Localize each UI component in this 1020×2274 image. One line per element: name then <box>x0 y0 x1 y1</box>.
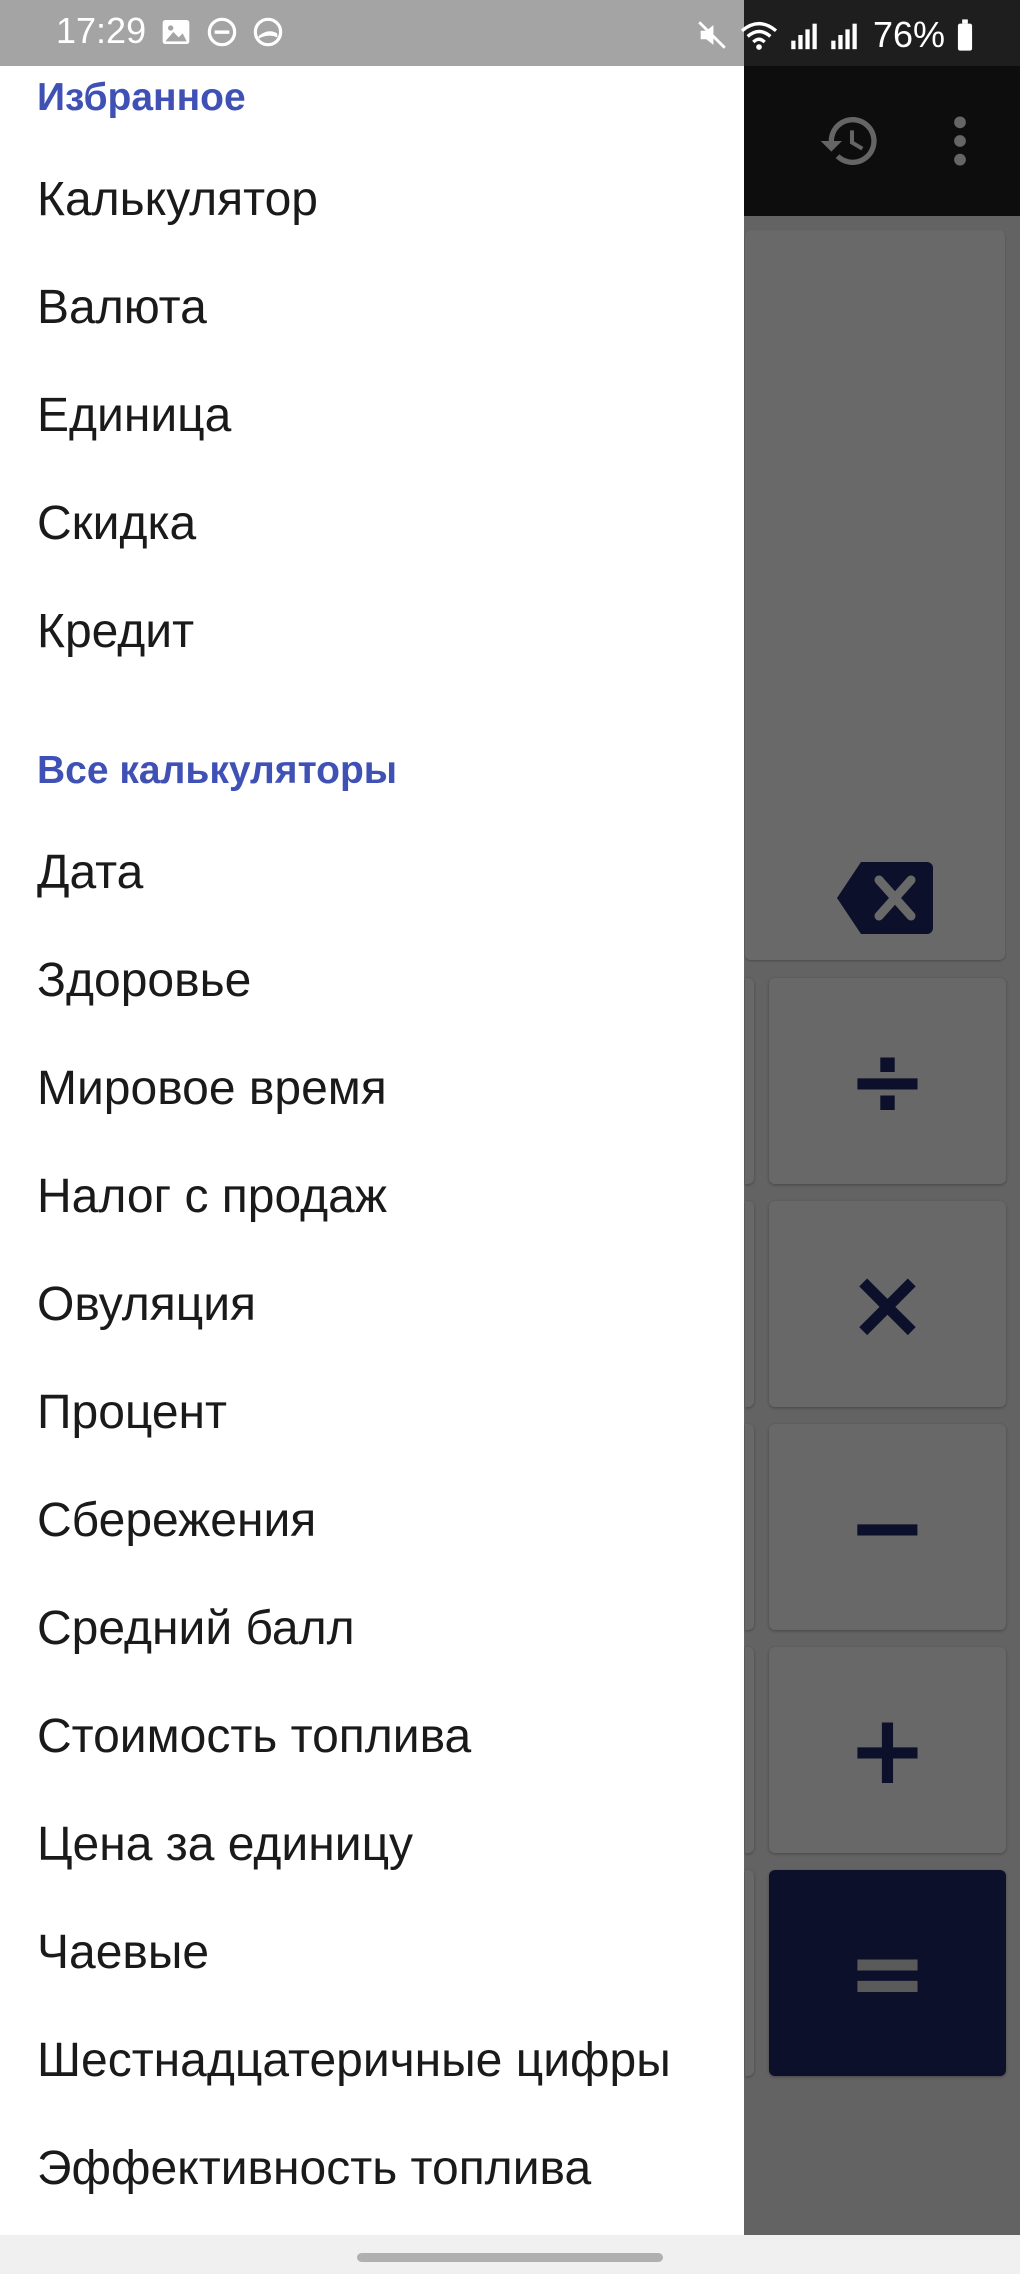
drawer-item-hexadecimal[interactable]: Шестнадцатеричные цифры <box>37 2033 671 2088</box>
gallery-icon <box>162 20 190 44</box>
battery-icon <box>957 19 973 51</box>
drawer-item-percent[interactable]: Процент <box>37 1385 227 1440</box>
drawer-item-unit-price[interactable]: Цена за единицу <box>37 1817 413 1872</box>
wifi-icon <box>740 21 778 50</box>
navigation-drawer: Избранное Калькулятор Валюта Единица Ски… <box>0 66 744 2235</box>
drawer-item-health[interactable]: Здоровье <box>37 953 251 1008</box>
drawer-item-fuel-cost[interactable]: Стоимость топлива <box>37 1709 471 1764</box>
drawer-item-loan[interactable]: Кредит <box>37 604 194 659</box>
favorites-header: Избранное <box>37 76 246 119</box>
drawer-item-discount[interactable]: Скидка <box>37 496 196 551</box>
signal-icon-1 <box>791 23 817 50</box>
drawer-item-savings[interactable]: Сбережения <box>37 1493 316 1548</box>
notification-icons <box>160 16 284 48</box>
drawer-item-unit[interactable]: Единица <box>37 388 231 443</box>
mute-icon <box>698 21 726 49</box>
battery-level: 76% <box>873 14 946 55</box>
drawer-item-calculator[interactable]: Калькулятор <box>37 172 318 227</box>
do-not-disturb-icon <box>207 17 237 47</box>
app-notification-icon <box>253 17 283 47</box>
drawer-item-gpa[interactable]: Средний балл <box>37 1601 355 1656</box>
signal-icon-2 <box>831 23 857 50</box>
status-time: 17:29 <box>56 10 147 51</box>
drawer-item-world-time[interactable]: Мировое время <box>37 1061 387 1116</box>
system-navigation-bar <box>0 2235 1020 2274</box>
drawer-item-tip[interactable]: Чаевые <box>37 1925 209 1980</box>
drawer-item-sales-tax[interactable]: Налог с продаж <box>37 1169 387 1224</box>
system-status-icons: 76% <box>695 14 975 56</box>
drawer-item-currency[interactable]: Валюта <box>37 280 207 335</box>
drawer-item-date[interactable]: Дата <box>37 845 143 900</box>
drawer-item-ovulation[interactable]: Овуляция <box>37 1277 256 1332</box>
drawer-item-fuel-efficiency[interactable]: Эффективность топлива <box>37 2141 591 2196</box>
home-indicator[interactable] <box>357 2253 663 2262</box>
all-calculators-header: Все калькуляторы <box>37 749 398 792</box>
status-bar: 17:29 76% <box>0 0 1020 66</box>
